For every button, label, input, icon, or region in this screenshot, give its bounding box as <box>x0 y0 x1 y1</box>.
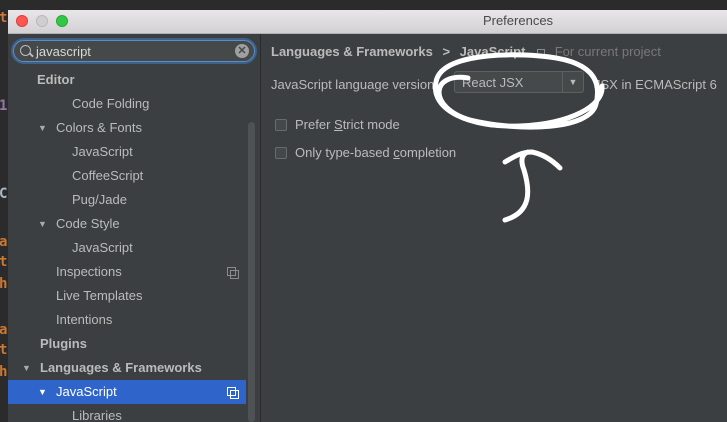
chevron-down-icon[interactable]: ▼ <box>562 72 583 92</box>
tree-item-label: JavaScript <box>56 384 117 399</box>
tree-item-code-folding[interactable]: Code Folding <box>8 92 246 116</box>
tree-item-label: Intentions <box>56 312 113 327</box>
label-text: Prefer <box>295 117 335 132</box>
gutter-char: t <box>0 342 8 358</box>
chevron-down-icon[interactable]: ▼ <box>22 356 31 380</box>
breadcrumb-current: JavaScript <box>459 44 526 59</box>
editor-gutter: t 1 C a t h a t h <box>0 0 8 422</box>
tree-item-label: Libraries <box>72 408 122 422</box>
gutter-char: 1 <box>0 98 8 114</box>
tree-item-label: CoffeeScript <box>72 168 144 183</box>
type-based-completion-label[interactable]: Only type-based completion <box>295 145 456 160</box>
tree-item-label: Editor <box>37 72 75 87</box>
tree-item-inspections[interactable]: Inspections <box>8 260 246 284</box>
tree-item-label: Languages & Frameworks <box>40 360 202 375</box>
minimize-window-button[interactable] <box>36 15 48 27</box>
tree-item-live-templates[interactable]: Live Templates <box>8 284 246 308</box>
label-text: ompletion <box>399 145 457 160</box>
sidebar-scrollbar[interactable] <box>248 122 255 422</box>
search-icon <box>20 45 31 56</box>
breadcrumb-parent: Languages & Frameworks <box>271 44 433 59</box>
settings-content: Languages & Frameworks > JavaScript For … <box>261 34 727 422</box>
tree-item-label: Plugins <box>40 336 87 351</box>
gutter-char: C <box>0 186 8 202</box>
mnemonic-letter: S <box>334 117 343 132</box>
label-text: trict mode <box>342 117 400 132</box>
tree-item-plugins[interactable]: Plugins <box>8 332 246 356</box>
gutter-char: a <box>0 322 8 338</box>
title-bar[interactable]: Preferences <box>8 10 727 34</box>
search-input[interactable]: javascript <box>36 44 91 59</box>
close-window-button[interactable] <box>16 15 28 27</box>
project-level-icon <box>537 48 546 57</box>
language-version-select[interactable]: React JSX ▼ <box>454 71 584 93</box>
breadcrumb-separator: > <box>442 44 451 59</box>
clear-search-icon[interactable]: ✕ <box>235 44 249 58</box>
tree-item-label: Colors & Fonts <box>56 120 142 135</box>
language-version-value: React JSX <box>462 75 524 90</box>
tree-item-languages-frameworks[interactable]: ▼ Languages & Frameworks <box>8 356 246 380</box>
breadcrumb-scope-note: For current project <box>554 44 661 59</box>
preferences-window: Preferences javascript ✕ Editor Code Fol… <box>8 10 727 422</box>
breadcrumb: Languages & Frameworks > JavaScript For … <box>271 44 661 59</box>
type-based-completion-checkbox[interactable] <box>275 147 287 159</box>
tree-item-label: JavaScript <box>72 240 133 255</box>
settings-search-field[interactable]: javascript ✕ <box>13 40 255 62</box>
project-level-icon <box>227 387 239 399</box>
tree-item-label: Code Folding <box>72 96 150 111</box>
project-level-icon <box>227 267 239 279</box>
tree-item-intentions[interactable]: Intentions <box>8 308 246 332</box>
tree-item-code-style-javascript[interactable]: JavaScript <box>8 236 246 260</box>
tree-item-colors-fonts[interactable]: ▼ Colors & Fonts <box>8 116 246 140</box>
language-version-label: JavaScript language version <box>271 77 435 92</box>
chevron-down-icon[interactable]: ▼ <box>38 380 47 404</box>
tree-item-label: Inspections <box>56 264 122 279</box>
language-version-description: JSX in ECMAScript 6 <box>594 77 717 92</box>
tree-item-code-style[interactable]: ▼ Code Style <box>8 212 246 236</box>
label-text: Only type-based <box>295 145 394 160</box>
settings-sidebar: javascript ✕ Editor Code Folding ▼ Color… <box>8 34 261 422</box>
tree-item-label: JavaScript <box>72 144 133 159</box>
tree-item-editor[interactable]: Editor <box>8 68 246 92</box>
tree-item-coffeescript[interactable]: CoffeeScript <box>8 164 246 188</box>
tree-item-label: Pug/Jade <box>72 192 127 207</box>
tree-item-colors-javascript[interactable]: JavaScript <box>8 140 246 164</box>
tree-item-label: Live Templates <box>56 288 143 303</box>
tree-item-javascript-selected[interactable]: ▼ JavaScript <box>8 380 246 404</box>
gutter-char: h <box>0 276 8 292</box>
gutter-char: t <box>0 10 8 26</box>
prefer-strict-mode-checkbox[interactable] <box>275 119 287 131</box>
tree-item-pug-jade[interactable]: Pug/Jade <box>8 188 246 212</box>
chevron-down-icon[interactable]: ▼ <box>38 212 47 236</box>
window-title: Preferences <box>482 13 554 28</box>
gutter-char: t <box>0 254 8 270</box>
gutter-char: h <box>0 364 8 380</box>
gutter-char: a <box>0 234 8 250</box>
tree-item-label: Code Style <box>56 216 120 231</box>
tree-item-libraries[interactable]: Libraries <box>8 404 246 422</box>
prefer-strict-mode-label[interactable]: Prefer Strict mode <box>295 117 400 132</box>
chevron-down-icon[interactable]: ▼ <box>38 116 47 140</box>
zoom-window-button[interactable] <box>56 15 68 27</box>
